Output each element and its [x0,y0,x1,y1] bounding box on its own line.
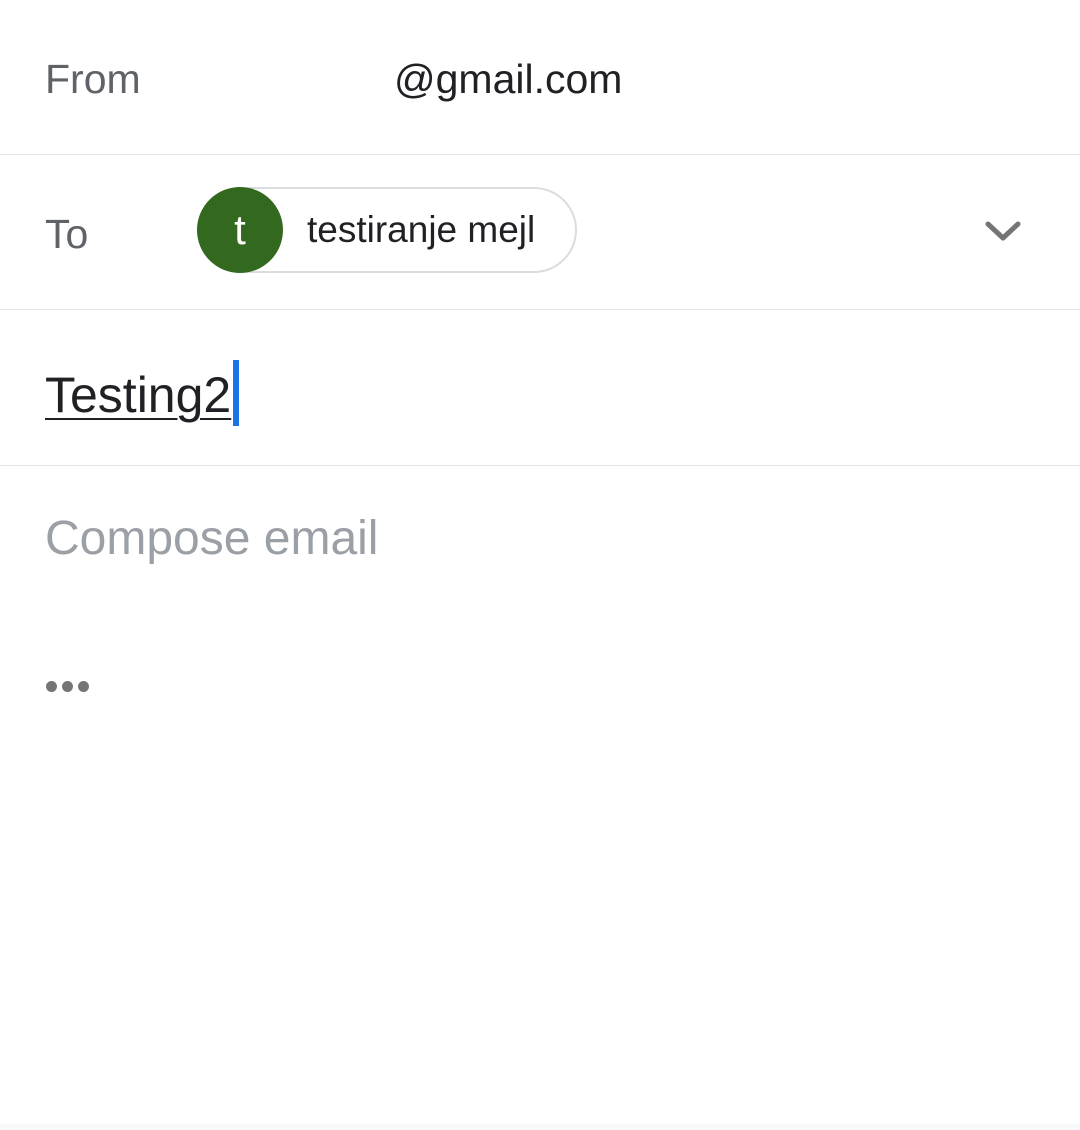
from-address-domain: @gmail.com [394,56,623,102]
dot [45,680,57,692]
body-row[interactable]: Compose email [0,466,1080,666]
to-row[interactable]: To t testiranje mejl [0,155,1080,309]
from-row[interactable]: From @gmail.com [0,0,1080,154]
dot [77,680,89,692]
subject-input[interactable]: Testing2 [45,360,240,426]
chevron-down-icon[interactable] [980,211,1026,251]
subject-row[interactable]: Testing2 [0,310,1080,465]
to-label: To [45,211,89,257]
bottom-edge [0,1124,1080,1130]
subject-value: Testing2 [45,367,232,423]
text-cursor [233,360,240,426]
more-horiz-icon[interactable] [38,670,96,702]
recipient-chip[interactable]: t testiranje mejl [197,187,577,273]
redacted-username [212,59,394,99]
from-label: From [45,56,141,102]
compose-body-input[interactable]: Compose email [45,510,378,568]
recipient-avatar: t [197,187,283,273]
from-address[interactable]: @gmail.com [212,55,622,103]
recipient-name: testiranje mejl [307,209,536,250]
dot [61,680,73,692]
